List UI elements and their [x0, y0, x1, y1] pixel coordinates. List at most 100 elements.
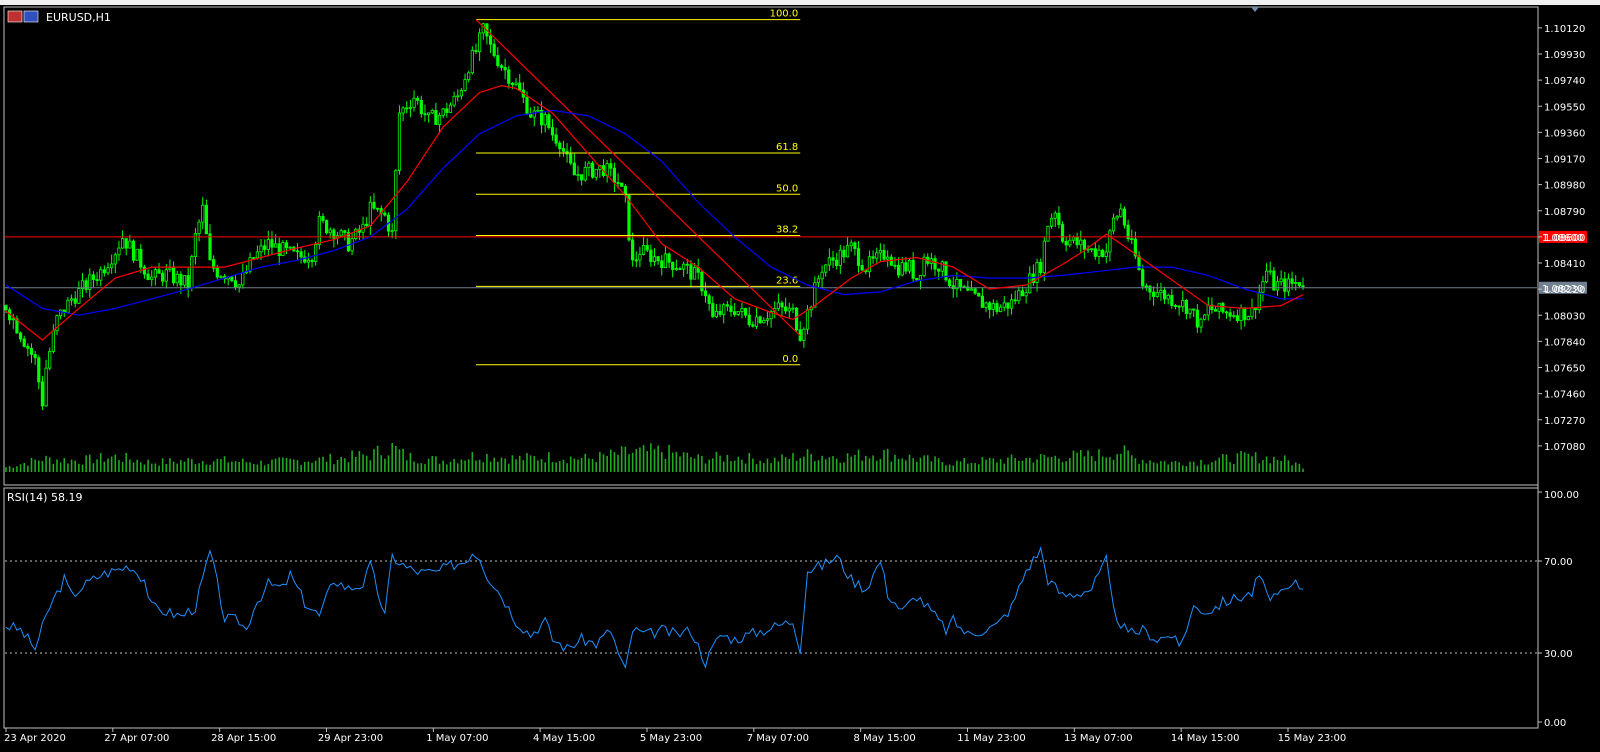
candle-body [150, 276, 154, 281]
candle-body [113, 254, 117, 265]
candle-body [263, 245, 267, 250]
candle-body [179, 273, 183, 286]
candle-body [550, 127, 555, 136]
candle-body [1130, 238, 1134, 241]
candle-body [339, 230, 343, 237]
candle-body [649, 249, 653, 263]
candle-body [507, 69, 511, 84]
candle-body [689, 264, 693, 280]
candle-body [478, 32, 482, 53]
candle-body [368, 201, 372, 227]
candle-body [171, 267, 176, 284]
candle-body [197, 221, 201, 234]
candle-body [1261, 281, 1265, 293]
candle-body [631, 239, 635, 261]
candle-body [26, 345, 30, 349]
candle-body [299, 251, 303, 258]
candle-body [977, 292, 981, 297]
candle-body [784, 306, 788, 312]
candle-body [66, 299, 70, 314]
candle-body [554, 134, 558, 144]
candle-body [904, 262, 908, 272]
candle-body [219, 276, 223, 278]
candle-body [612, 167, 617, 183]
candle-body [660, 260, 664, 269]
candle-body [1275, 281, 1280, 291]
candle-body [842, 249, 846, 258]
candle-body [594, 168, 598, 178]
candle-body [314, 244, 318, 262]
candle-body [270, 239, 274, 248]
candle-body [794, 307, 799, 331]
candle-body [1104, 251, 1108, 257]
candle-body [1039, 262, 1043, 273]
candle-body [1221, 302, 1225, 313]
candle-body [988, 302, 992, 310]
candle-body [969, 288, 974, 291]
candle-body [1144, 285, 1148, 288]
candle-body [306, 260, 310, 263]
candle-body [514, 82, 518, 85]
time-tick-label: 4 May 15:00 [533, 733, 595, 744]
candle-body [1239, 307, 1243, 322]
candle-body [907, 259, 912, 272]
price-tick-label: 1.07840 [1544, 337, 1585, 348]
candle-body [459, 90, 464, 97]
candle-body [102, 269, 106, 274]
candle-body [1017, 290, 1021, 302]
candle-body [802, 328, 806, 341]
candle-body [980, 295, 984, 308]
candle-body [1053, 212, 1057, 219]
candle-body [995, 303, 999, 312]
candle-body [678, 268, 682, 271]
candle-body [718, 311, 722, 315]
time-tick-label: 15 May 23:00 [1278, 733, 1347, 744]
candle-body [48, 351, 52, 369]
candle-body [845, 245, 850, 258]
chart-background [0, 0, 1600, 748]
candle-body [518, 82, 522, 91]
candle-body [1057, 212, 1061, 225]
trading-chart[interactable]: 100.061.850.038.223.60.0 1.086001.08230 … [0, 0, 1600, 748]
candle-body [321, 216, 325, 221]
candle-body [529, 113, 533, 118]
candle-body [1013, 299, 1017, 302]
candle-body [325, 220, 329, 234]
candle-body [620, 182, 624, 187]
candle-body [467, 72, 471, 80]
candle-body [991, 303, 995, 310]
candle-body [1177, 305, 1181, 308]
candle-body [725, 304, 729, 307]
candle-body [110, 263, 114, 269]
candle-body [401, 107, 405, 114]
candle-body [827, 257, 831, 266]
candle-body [142, 266, 147, 275]
candle-body [1024, 292, 1028, 297]
candle-body [1108, 230, 1112, 253]
candle-body [11, 318, 15, 321]
candle-body [427, 112, 431, 116]
candle-body [609, 163, 613, 169]
candle-body [186, 275, 190, 289]
candle-body [437, 114, 442, 125]
candle-body [33, 354, 37, 359]
candle-body [703, 290, 708, 297]
candle-body [824, 264, 828, 273]
price-tick-label: 1.09550 [1544, 102, 1585, 113]
candle-body [758, 316, 762, 324]
candle-body [328, 229, 332, 234]
rsi-tick-label: 30.00 [1544, 649, 1573, 660]
price-tick-label: 1.09360 [1544, 128, 1585, 139]
candle-body [496, 55, 500, 67]
candle-body [376, 207, 380, 210]
candle-body [776, 302, 780, 310]
candle-body [146, 273, 150, 281]
candle-body [117, 247, 121, 256]
price-tick-label: 1.07650 [1544, 364, 1585, 375]
candle-body [452, 95, 456, 106]
price-tick-label: 1.08600 [1544, 233, 1585, 244]
fib-level-label: 38.2 [776, 225, 798, 236]
candle-body [853, 242, 857, 250]
candle-body [1188, 308, 1192, 314]
candle-body [18, 332, 23, 340]
